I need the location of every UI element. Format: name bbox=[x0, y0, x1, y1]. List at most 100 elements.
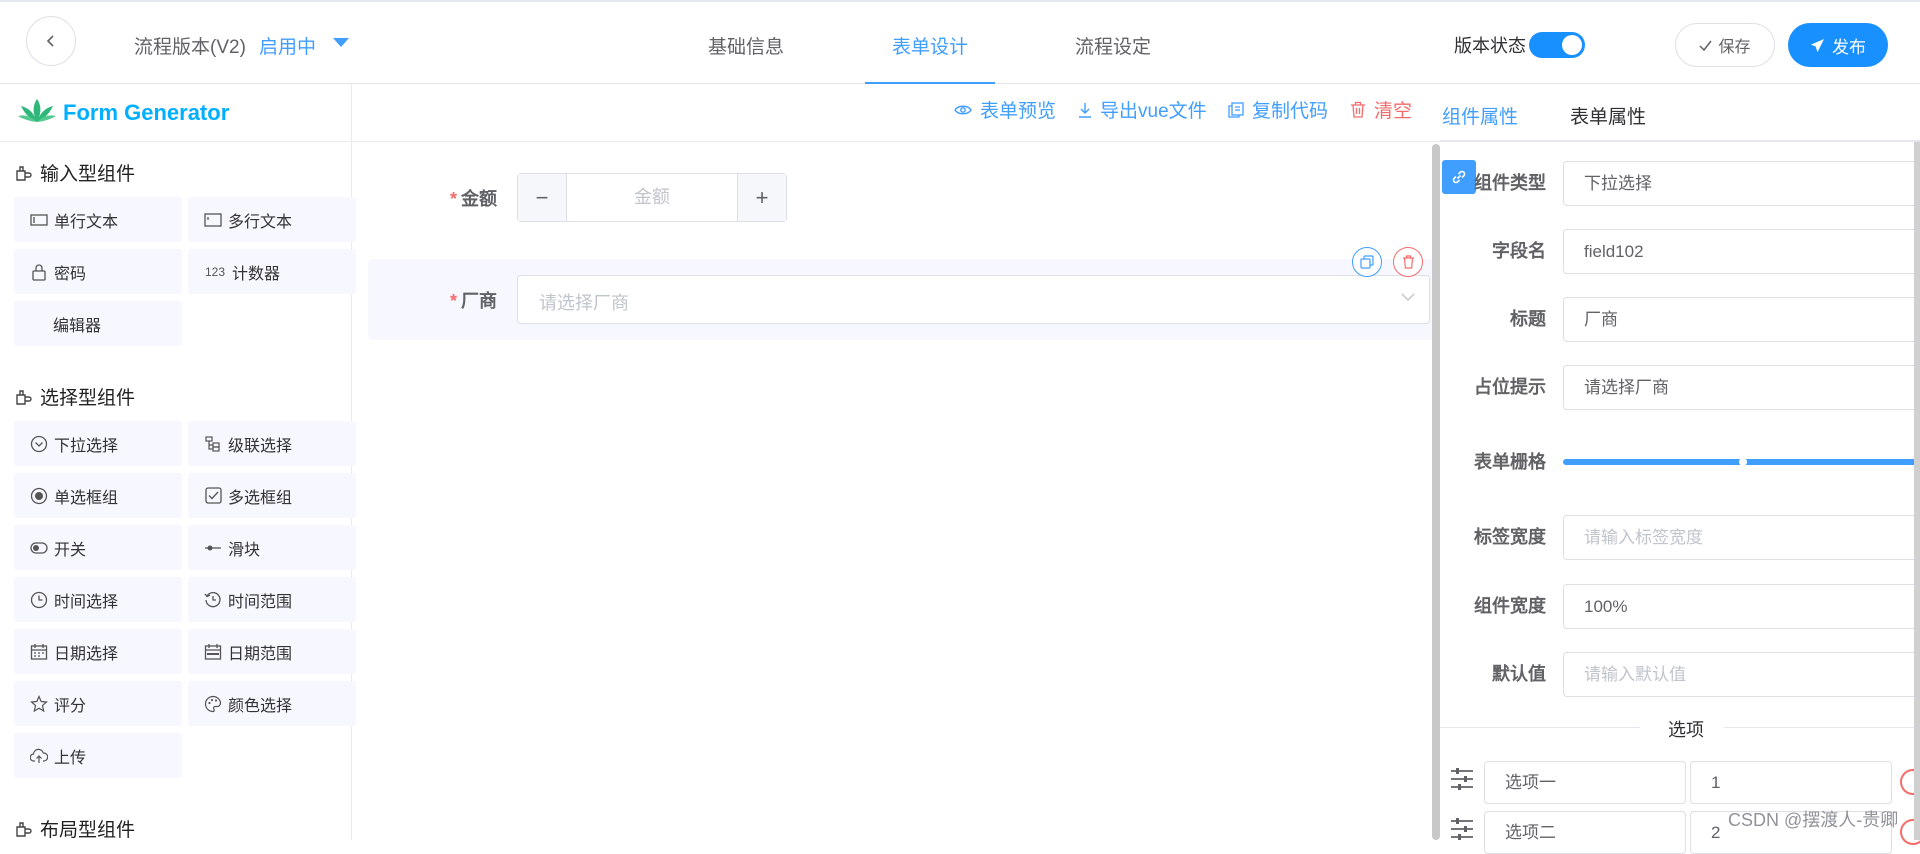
caret-down-icon[interactable] bbox=[333, 38, 349, 47]
comp-editor[interactable]: 编辑器 bbox=[14, 301, 182, 346]
vendor-select-placeholder: 请选择厂商 bbox=[539, 293, 629, 313]
divider-right bbox=[1724, 727, 1920, 728]
tab-form-design[interactable]: 表单设计 bbox=[892, 32, 968, 59]
comp-counter[interactable]: 123 计数器 bbox=[188, 249, 356, 294]
stepper-plus-button[interactable]: + bbox=[737, 174, 786, 221]
comp-label: 颜色选择 bbox=[228, 697, 293, 715]
required-mark: * bbox=[450, 291, 458, 311]
comp-color-picker[interactable]: 颜色选择 bbox=[188, 681, 356, 726]
switch-icon bbox=[30, 539, 48, 557]
amount-stepper[interactable]: − 金额 + bbox=[517, 173, 787, 222]
clear-action[interactable]: 清空 bbox=[1350, 96, 1412, 123]
title-label: 标题 bbox=[1510, 309, 1546, 329]
comp-rate[interactable]: 评分 bbox=[14, 681, 182, 726]
logo-icon bbox=[18, 99, 56, 122]
textarea-icon bbox=[204, 211, 222, 229]
send-icon bbox=[1810, 38, 1825, 52]
comp-select[interactable]: 下拉选择 bbox=[14, 421, 182, 466]
option-value-input[interactable]: 1 bbox=[1690, 761, 1892, 804]
properties-scrollbar[interactable] bbox=[1914, 142, 1920, 840]
comp-time-range[interactable]: 时间范围 bbox=[188, 577, 356, 622]
lock-icon bbox=[30, 263, 48, 281]
check-icon bbox=[1699, 40, 1713, 51]
amount-input[interactable]: 金额 bbox=[568, 174, 736, 221]
calendar-icon bbox=[30, 643, 48, 661]
chevron-down-icon bbox=[1401, 293, 1415, 301]
comp-upload[interactable]: 上传 bbox=[14, 733, 182, 778]
flow-status-dropdown[interactable]: 启用中 bbox=[259, 32, 316, 59]
tab-form-props[interactable]: 表单属性 bbox=[1570, 102, 1646, 129]
publish-button[interactable]: 发布 bbox=[1788, 23, 1888, 67]
vendor-field-label: * 厂商 bbox=[450, 287, 497, 313]
copy-item-button[interactable] bbox=[1352, 247, 1382, 277]
comp-label: 密码 bbox=[54, 265, 87, 283]
field-name-label: 字段名 bbox=[1492, 241, 1546, 261]
comp-label: 编辑器 bbox=[53, 317, 102, 335]
option-label-input[interactable]: 选项二 bbox=[1484, 811, 1686, 854]
placeholder-input[interactable]: 请选择厂商 bbox=[1563, 365, 1920, 410]
component-width-input[interactable]: 100% bbox=[1563, 584, 1920, 629]
comp-checkbox-group[interactable]: 多选框组 bbox=[188, 473, 356, 518]
time-range-icon bbox=[204, 591, 222, 609]
delete-item-button[interactable] bbox=[1393, 247, 1423, 277]
version-status-switch[interactable] bbox=[1529, 32, 1585, 58]
tab-basic-info[interactable]: 基础信息 bbox=[708, 32, 784, 59]
star-icon bbox=[30, 694, 48, 713]
comp-cascader[interactable]: 级联选择 bbox=[188, 421, 356, 466]
component-type-select[interactable]: 下拉选择 bbox=[1563, 161, 1920, 206]
option-label-input[interactable]: 选项一 bbox=[1484, 761, 1686, 804]
component-icon bbox=[16, 821, 32, 837]
component-icon bbox=[16, 389, 32, 405]
comp-slider[interactable]: 滑块 bbox=[188, 525, 356, 570]
comp-time-picker[interactable]: 时间选择 bbox=[14, 577, 182, 622]
tab-flow-settings[interactable]: 流程设定 bbox=[1075, 32, 1151, 59]
clear-label: 清空 bbox=[1374, 101, 1413, 122]
drag-handle-icon[interactable] bbox=[1450, 768, 1474, 790]
copy-code-action[interactable]: 复制代码 bbox=[1228, 96, 1328, 123]
comp-date-picker[interactable]: 日期选择 bbox=[14, 629, 182, 674]
radio-icon bbox=[30, 487, 48, 505]
upload-icon bbox=[30, 747, 48, 765]
default-value-input[interactable]: 请输入默认值 bbox=[1563, 652, 1920, 697]
comp-label: 上传 bbox=[54, 749, 87, 767]
save-button[interactable]: 保存 bbox=[1675, 23, 1775, 67]
publish-label: 发布 bbox=[1832, 37, 1866, 57]
canvas-action-bar: 表单预览 导出vue文件 复制代码 清空 bbox=[352, 84, 1440, 142]
canvas-scrollbar[interactable] bbox=[1432, 144, 1440, 840]
comp-radio-group[interactable]: 单选框组 bbox=[14, 473, 182, 518]
trash-icon bbox=[1402, 255, 1414, 269]
comp-password[interactable]: 密码 bbox=[14, 249, 182, 294]
slider-stop bbox=[1739, 458, 1747, 466]
comp-label: 多选框组 bbox=[228, 489, 293, 507]
grid-slider[interactable] bbox=[1563, 458, 1920, 466]
logo-bar: Form Generator bbox=[0, 84, 352, 142]
drag-handle-icon[interactable] bbox=[1450, 818, 1474, 840]
title-input[interactable]: 厂商 bbox=[1563, 297, 1920, 342]
comp-date-range[interactable]: 日期范围 bbox=[188, 629, 356, 674]
label-width-label: 标签宽度 bbox=[1474, 527, 1546, 547]
comp-label: 滑块 bbox=[228, 541, 261, 559]
comp-label: 开关 bbox=[54, 541, 87, 559]
label-width-input[interactable]: 请输入标签宽度 bbox=[1563, 515, 1920, 560]
version-status-label: 版本状态 bbox=[1454, 36, 1526, 56]
tab-component-props[interactable]: 组件属性 bbox=[1442, 102, 1518, 129]
comp-switch[interactable]: 开关 bbox=[14, 525, 182, 570]
vendor-select[interactable]: 请选择厂商 bbox=[517, 275, 1430, 324]
comp-single-line-text[interactable]: 单行文本 bbox=[14, 197, 182, 242]
preview-action[interactable]: 表单预览 bbox=[954, 96, 1056, 123]
download-icon bbox=[1079, 102, 1091, 118]
slider-icon bbox=[204, 539, 222, 557]
component-width-label: 组件宽度 bbox=[1474, 596, 1546, 616]
stepper-minus-button[interactable]: − bbox=[518, 174, 567, 221]
required-mark: * bbox=[450, 189, 458, 209]
chevron-circle-icon bbox=[30, 435, 48, 453]
cascader-icon bbox=[204, 435, 222, 453]
field-label-text: 金额 bbox=[461, 189, 498, 209]
properties-tabs: 组件属性 表单属性 bbox=[1440, 84, 1920, 142]
field-name-input[interactable]: field102 bbox=[1563, 229, 1920, 274]
comp-multi-line-text[interactable]: 多行文本 bbox=[188, 197, 356, 242]
clock-icon bbox=[30, 591, 48, 609]
back-button[interactable] bbox=[26, 16, 76, 66]
comp-label: 级联选择 bbox=[228, 437, 293, 455]
export-vue-action[interactable]: 导出vue文件 bbox=[1078, 96, 1207, 123]
